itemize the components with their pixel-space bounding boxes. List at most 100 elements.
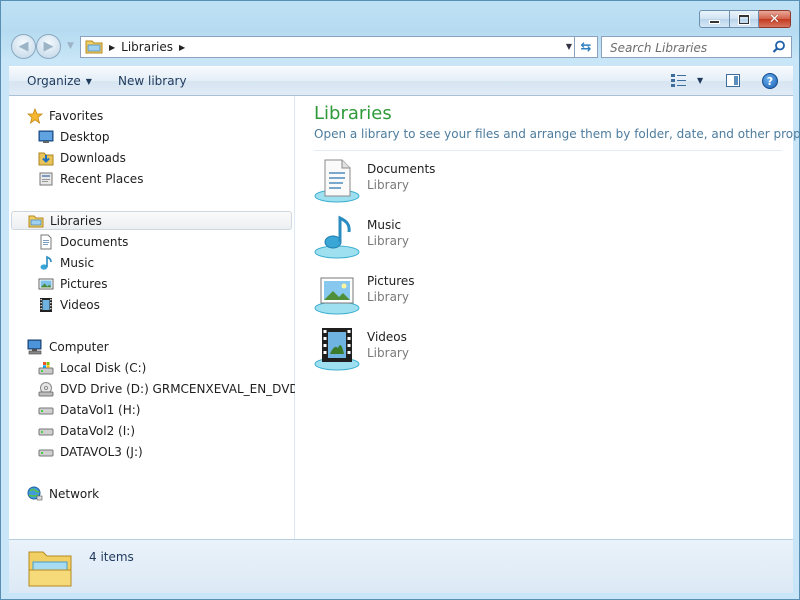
navigation-pane: Favorites Desktop Downloads Recent Place…: [9, 96, 299, 539]
tree-item-recent-places[interactable]: Recent Places: [38, 169, 143, 188]
tree-item-favorites[interactable]: Favorites: [26, 106, 104, 125]
chevron-down-icon: ▼: [85, 77, 92, 86]
libraries-folder-icon: [85, 38, 103, 57]
tree-label: Network: [49, 486, 100, 501]
organize-label: Organize: [27, 74, 81, 88]
search-icon[interactable]: [772, 40, 786, 57]
breadcrumb-separator-icon[interactable]: ▶: [179, 43, 185, 52]
recent-pages-dropdown[interactable]: ▼: [67, 41, 74, 51]
drive-icon: [38, 423, 54, 439]
libraries-folder-large-icon: [27, 544, 73, 593]
details-pane: 4 items: [9, 539, 793, 593]
back-button[interactable]: ◀: [11, 34, 36, 59]
preview-pane-icon[interactable]: [726, 74, 740, 87]
caption-buttons: ✕: [699, 10, 791, 28]
tree-label: Downloads: [60, 150, 126, 165]
library-name: Videos: [367, 330, 407, 344]
tree-label: DVD Drive (D:) GRMCENXEVAL_EN_DVD: [60, 381, 299, 396]
tree-item-libraries[interactable]: Libraries: [11, 211, 292, 230]
change-view-icon[interactable]: [671, 74, 687, 91]
minimize-icon: [710, 20, 719, 23]
tree-item-datavol2-i[interactable]: DataVol2 (I:): [38, 421, 135, 440]
tree-label: Local Disk (C:): [60, 360, 147, 375]
library-type: Library: [367, 290, 409, 304]
maximize-button[interactable]: [730, 10, 759, 28]
libraries-folder-icon: [28, 213, 44, 229]
view-options-dropdown[interactable]: ▼: [697, 76, 703, 85]
tree-label: Libraries: [50, 213, 102, 228]
tree-item-pictures[interactable]: Pictures: [38, 274, 108, 293]
library-type: Library: [367, 178, 409, 192]
tree-item-local-disk-c[interactable]: Local Disk (C:): [38, 358, 146, 377]
address-bar[interactable]: ▶ Libraries ▶ ▼: [80, 36, 579, 58]
tree-label: Computer: [49, 339, 109, 354]
library-item-documents[interactable]: Documents Library: [313, 156, 613, 208]
videos-library-icon: [313, 324, 361, 372]
tree-label: DataVol1 (H:): [60, 402, 141, 417]
tree-label: DataVol2 (I:): [60, 423, 135, 438]
downloads-icon: [38, 150, 54, 166]
tree-label: Videos: [60, 297, 100, 312]
desktop-icon: [38, 129, 54, 145]
divider: [314, 150, 782, 151]
tree-label: DATAVOL3 (J:): [60, 444, 143, 459]
music-icon: [38, 255, 54, 271]
refresh-button[interactable]: ⇆: [574, 36, 598, 58]
library-type: Library: [367, 234, 409, 248]
tree-item-datavol3-j[interactable]: DATAVOL3 (J:): [38, 442, 143, 461]
library-item-music[interactable]: Music Library: [313, 212, 613, 264]
tree-label: Favorites: [49, 108, 104, 123]
network-icon: [27, 486, 43, 502]
close-button[interactable]: ✕: [759, 10, 791, 28]
tree-label: Music: [60, 255, 95, 270]
forward-arrow-icon: ▶: [43, 39, 54, 54]
pictures-library-icon: [313, 268, 361, 316]
breadcrumb-separator-icon[interactable]: ▶: [109, 43, 115, 52]
tree-label: Recent Places: [60, 171, 144, 186]
explorer-window: ✕ ◀ ▶ ▼ ▶ Libraries ▶ ▼ ⇆ Organize ▼ New …: [0, 0, 800, 600]
documents-library-icon: [313, 156, 361, 204]
pictures-icon: [38, 276, 54, 292]
page-title: Libraries: [314, 103, 392, 124]
search-input[interactable]: [608, 38, 772, 58]
library-name: Documents: [367, 162, 436, 176]
tree-item-datavol1-h[interactable]: DataVol1 (H:): [38, 400, 140, 419]
tree-item-desktop[interactable]: Desktop: [38, 127, 110, 146]
computer-icon: [27, 339, 43, 355]
tree-item-dvd-drive-d[interactable]: DVD Drive (D:) GRMCENXEVAL_EN_DVD: [38, 379, 299, 398]
tree-item-documents[interactable]: Documents: [38, 232, 128, 251]
breadcrumb-libraries[interactable]: Libraries: [121, 40, 173, 54]
tree-item-downloads[interactable]: Downloads: [38, 148, 126, 167]
item-count: 4 items: [89, 550, 134, 564]
back-arrow-icon: ◀: [18, 39, 29, 54]
recent-places-icon: [38, 171, 54, 187]
favorites-star-icon: [26, 107, 44, 124]
address-history-dropdown[interactable]: ▼: [566, 42, 572, 51]
close-icon: ✕: [769, 11, 780, 27]
search-box[interactable]: [601, 36, 792, 58]
library-name: Pictures: [367, 274, 415, 288]
tree-item-network[interactable]: Network: [27, 484, 99, 503]
minimize-button[interactable]: [699, 10, 730, 28]
drive-icon: [38, 444, 54, 460]
navigation-bar: ◀ ▶ ▼ ▶ Libraries ▶ ▼ ⇆: [9, 33, 793, 61]
help-icon[interactable]: ?: [762, 73, 778, 89]
tree-label: Desktop: [60, 129, 110, 144]
tree-label: Documents: [60, 234, 129, 249]
refresh-icon: ⇆: [580, 39, 592, 55]
library-item-pictures[interactable]: Pictures Library: [313, 268, 613, 320]
tree-item-computer[interactable]: Computer: [27, 337, 109, 356]
tree-item-videos[interactable]: Videos: [38, 295, 100, 314]
organize-menu[interactable]: Organize ▼: [27, 74, 92, 88]
forward-button[interactable]: ▶: [36, 34, 61, 59]
dvd-drive-icon: [38, 381, 54, 397]
tree-item-music[interactable]: Music: [38, 253, 94, 272]
library-item-videos[interactable]: Videos Library: [313, 324, 613, 376]
library-type: Library: [367, 346, 409, 360]
tree-label: Pictures: [60, 276, 108, 291]
page-subtitle: Open a library to see your files and arr…: [314, 127, 800, 141]
maximize-icon: [739, 14, 749, 24]
music-library-icon: [313, 212, 361, 260]
local-disk-icon: [38, 360, 54, 376]
new-library-button[interactable]: New library: [118, 74, 187, 88]
